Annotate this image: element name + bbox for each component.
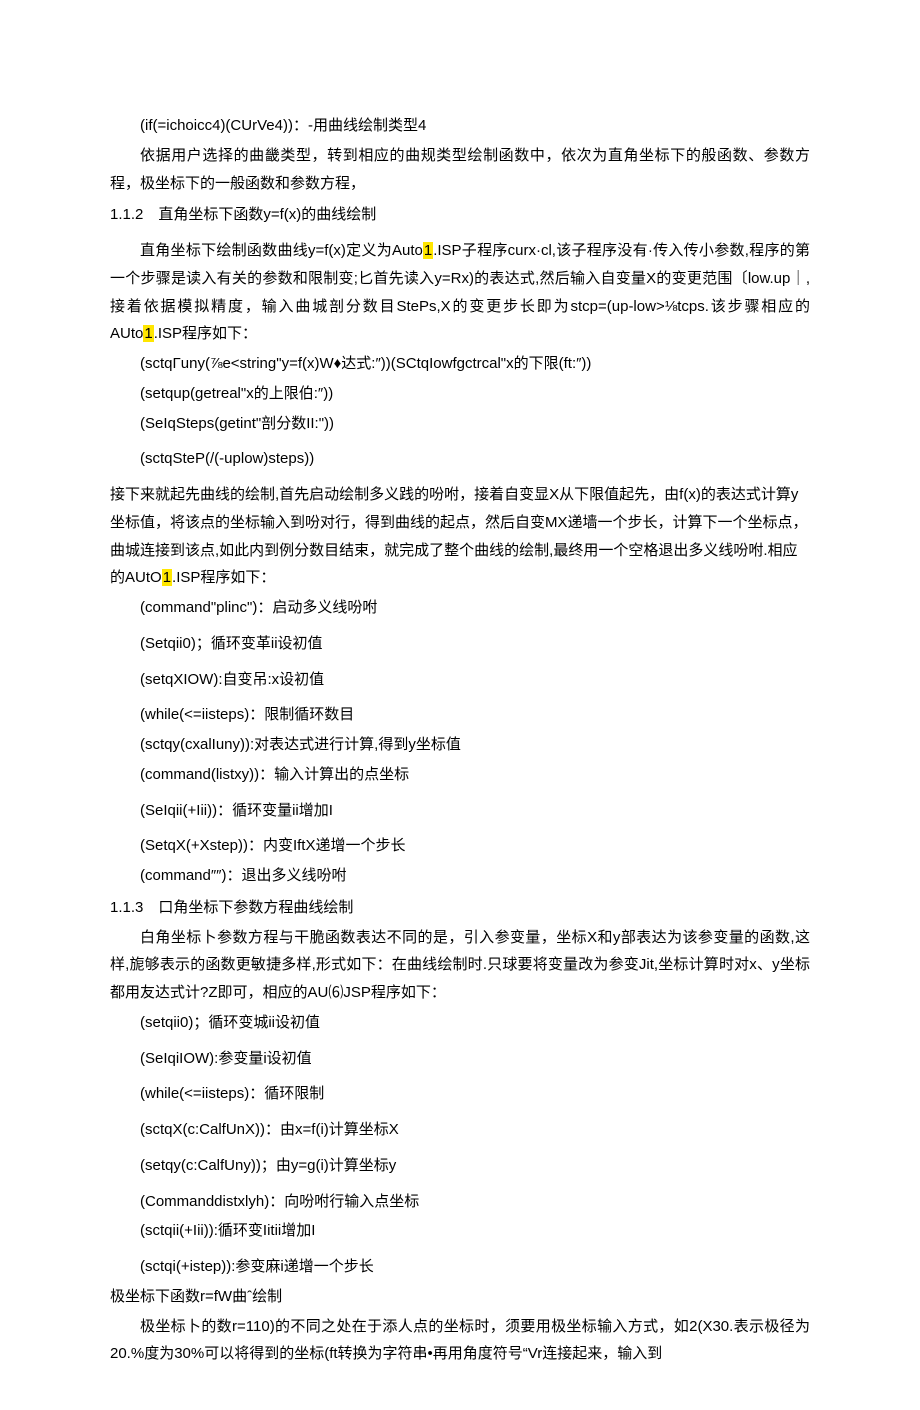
paragraph: 极坐标卜的数r=110)的不同之处在于添人点的坐标时，须要用极坐标输入方式，如2…: [110, 1313, 810, 1369]
paragraph: 白角坐标卜参数方程与干脆函数表达不同的是，引入参变量，坐标X和y部表达为该参变量…: [110, 924, 810, 1007]
code-line: (Commanddistxlyh)：向吩咐行输入点坐标: [110, 1188, 810, 1216]
code-line: (if(=ichoicc4)(CUrVe4))：-用曲线绘制类型4: [110, 112, 810, 140]
code-line: (command″″)：退出多义线吩咐: [110, 862, 810, 890]
code-line: (setqy(c:CalfUny))；由y=g(i)计算坐标y: [110, 1152, 810, 1180]
code-line: (setqii0)；循环变城ii设初值: [110, 1009, 810, 1037]
document-page: (if(=ichoicc4)(CUrVe4))：-用曲线绘制类型4 依据用户选择…: [0, 0, 920, 1410]
code-line: (sctqii(+Iii)):循环变Iitii增加I: [110, 1217, 810, 1245]
code-line: (sctqΓuny(⅞e<string"y=f(x)W♦达式:″))(SCtqI…: [110, 350, 810, 378]
code-line: (SetqX(+Xstep))：内变IftX递增一个步长: [110, 832, 810, 860]
text-span: .ISP程序如下：: [154, 325, 257, 342]
code-line: (SeIqSteps(getint"剖分数II:")): [110, 410, 810, 438]
highlight: 1: [162, 569, 172, 586]
paragraph: 接下来就起先曲线的绘制,首先启动绘制多义践的吩咐，接着自变显X从下限值起先，由f…: [110, 481, 810, 592]
code-line: (setqXIOW):自变吊:x设初值: [110, 666, 810, 694]
section-heading-polar: 极坐标下函数r=fW曲ˆ绘制: [110, 1283, 810, 1311]
code-line: (setqup(getreal"x的上限伯:″)): [110, 380, 810, 408]
paragraph: 直角坐标下绘制函数曲线y=f(x)定义为Auto1.ISP子程序curx·cl,…: [110, 237, 810, 348]
code-line: (sctqy(cxalIuny)):对表达式进行计算,得到y坐标值: [110, 731, 810, 759]
code-line: (sctqX(c:CalfUnX))：由x=f(i)计算坐标X: [110, 1116, 810, 1144]
code-line: (Setqii0)；循环变革ii设初值: [110, 630, 810, 658]
paragraph: 依据用户选择的曲畿类型，转到相应的曲规类型绘制函数中，依次为直角坐标下的般函数、…: [110, 142, 810, 198]
code-line: (SeIqiIOW):参变量i设初值: [110, 1045, 810, 1073]
section-heading-113: 1.1.3 口角坐标下参数方程曲线绘制: [110, 894, 810, 922]
code-line: (while(<=iisteps)：循环限制: [110, 1080, 810, 1108]
highlight: 1: [143, 325, 153, 342]
code-line: (SeIqii(+Iii))：循环变量ii增加I: [110, 797, 810, 825]
text-span: 直角坐标下绘制函数曲线y=f(x)定义为Auto: [140, 242, 423, 259]
code-line: (while(<=iisteps)：限制循环数目: [110, 701, 810, 729]
text-span: .ISP程序如下：: [172, 569, 275, 586]
highlight: 1: [423, 242, 433, 259]
code-line: (command"plinc")：启动多义线吩咐: [110, 594, 810, 622]
code-line: (sctqi(+istep)):参变麻i递增一个步长: [110, 1253, 810, 1281]
code-line: (sctqSteP(/(-uplow)steps)): [110, 445, 810, 473]
code-line: (command(listxy))：输入计算出的点坐标: [110, 761, 810, 789]
section-heading-112: 1.1.2 直角坐标下函数y=f(x)的曲线绘制: [110, 201, 810, 229]
